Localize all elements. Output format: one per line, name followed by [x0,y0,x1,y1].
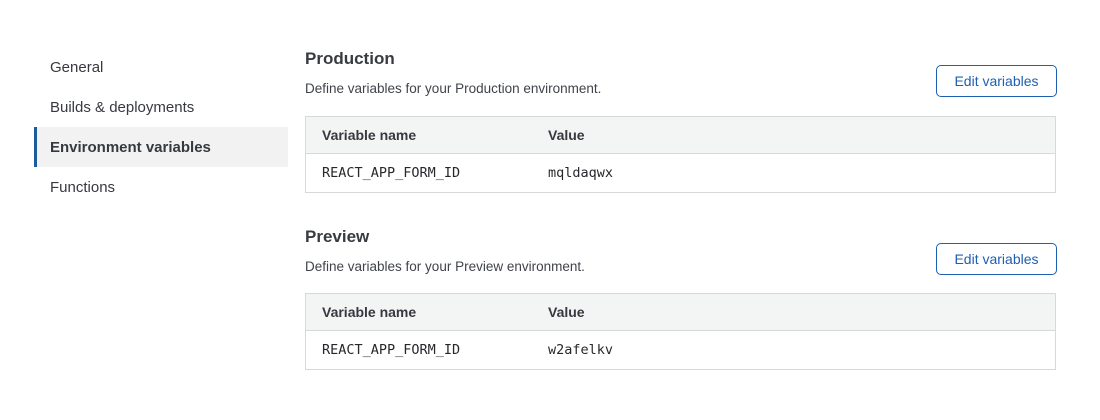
variable-name-cell: REACT_APP_FORM_ID [306,342,548,358]
sidebar-item-functions[interactable]: Functions [34,167,288,207]
column-header-variable-name: Variable name [306,127,548,143]
column-header-variable-name: Variable name [306,304,548,320]
preview-variables-table: Variable name Value REACT_APP_FORM_ID w2… [305,293,1056,370]
production-section-title: Production [305,49,395,69]
table-row: REACT_APP_FORM_ID mqldaqwx [306,154,1055,192]
production-section-description: Define variables for your Production env… [305,81,601,96]
sidebar-item-builds-deployments[interactable]: Builds & deployments [34,87,288,127]
preview-section-title: Preview [305,227,369,247]
production-edit-variables-button[interactable]: Edit variables [936,65,1057,97]
variable-value-cell: w2afelkv [548,342,1055,358]
variable-value-cell: mqldaqwx [548,165,1055,181]
column-header-value: Value [548,304,1055,320]
table-header-row: Variable name Value [306,294,1055,331]
column-header-value: Value [548,127,1055,143]
table-row: REACT_APP_FORM_ID w2afelkv [306,331,1055,369]
variable-name-cell: REACT_APP_FORM_ID [306,165,548,181]
table-header-row: Variable name Value [306,117,1055,154]
sidebar-item-general[interactable]: General [34,47,288,87]
production-variables-table: Variable name Value REACT_APP_FORM_ID mq… [305,116,1056,193]
preview-section-description: Define variables for your Preview enviro… [305,259,585,274]
settings-sidebar: General Builds & deployments Environment… [34,47,288,207]
sidebar-item-environment-variables[interactable]: Environment variables [34,127,288,167]
preview-edit-variables-button[interactable]: Edit variables [936,243,1057,275]
